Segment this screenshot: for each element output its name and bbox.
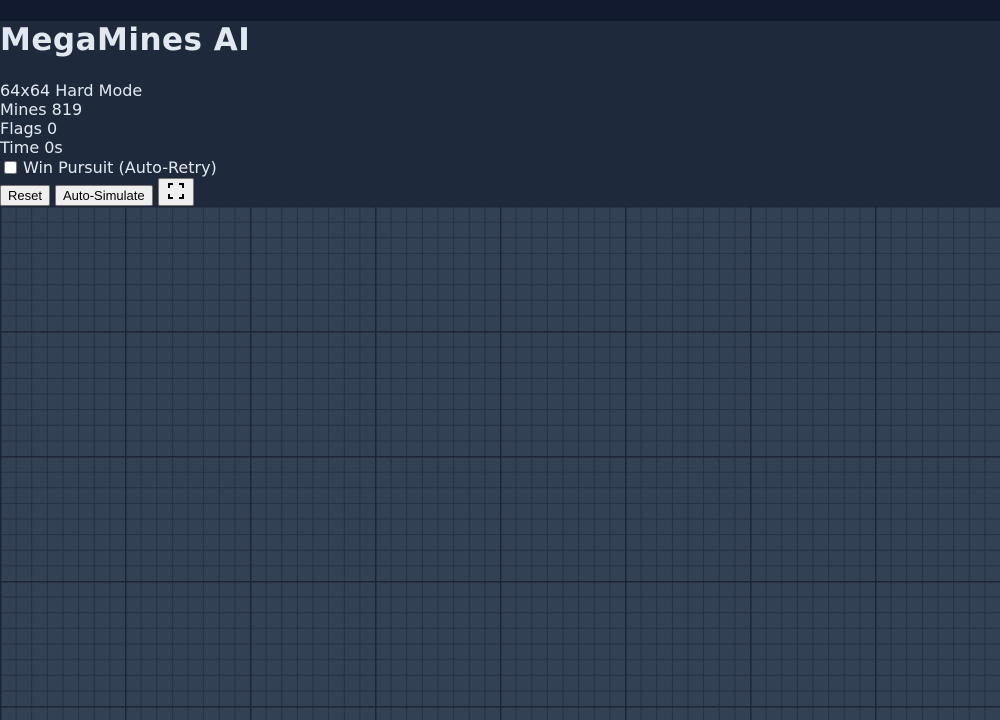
- minefield-grid[interactable]: [0, 206, 1000, 720]
- win-pursuit-checkbox[interactable]: [4, 161, 17, 174]
- fullscreen-icon: [167, 182, 184, 202]
- mines-counter: Mines 819: [0, 100, 83, 119]
- game-stats: 64x64 Hard Mode Mines 819 Flags 0 Time 0…: [0, 81, 217, 178]
- mode-label: 64x64 Hard Mode: [0, 81, 143, 100]
- auto-simulate-button[interactable]: Auto-Simulate: [54, 185, 153, 206]
- reset-button[interactable]: Reset: [0, 185, 50, 206]
- game-header-panel: MegaMines AI 64x64 Hard Mode Mines 819 F…: [0, 21, 1000, 206]
- win-pursuit-toggle[interactable]: Win Pursuit (Auto-Retry): [0, 157, 217, 178]
- win-pursuit-label: Win Pursuit (Auto-Retry): [23, 158, 217, 177]
- flags-counter: Flags 0: [0, 119, 58, 138]
- page-title: MegaMines AI: [0, 22, 251, 58]
- top-bar: [0, 0, 1000, 21]
- fullscreen-button[interactable]: [157, 178, 194, 206]
- control-bar: Reset Auto-Simulate: [0, 178, 199, 206]
- timer: Time 0s: [0, 138, 63, 157]
